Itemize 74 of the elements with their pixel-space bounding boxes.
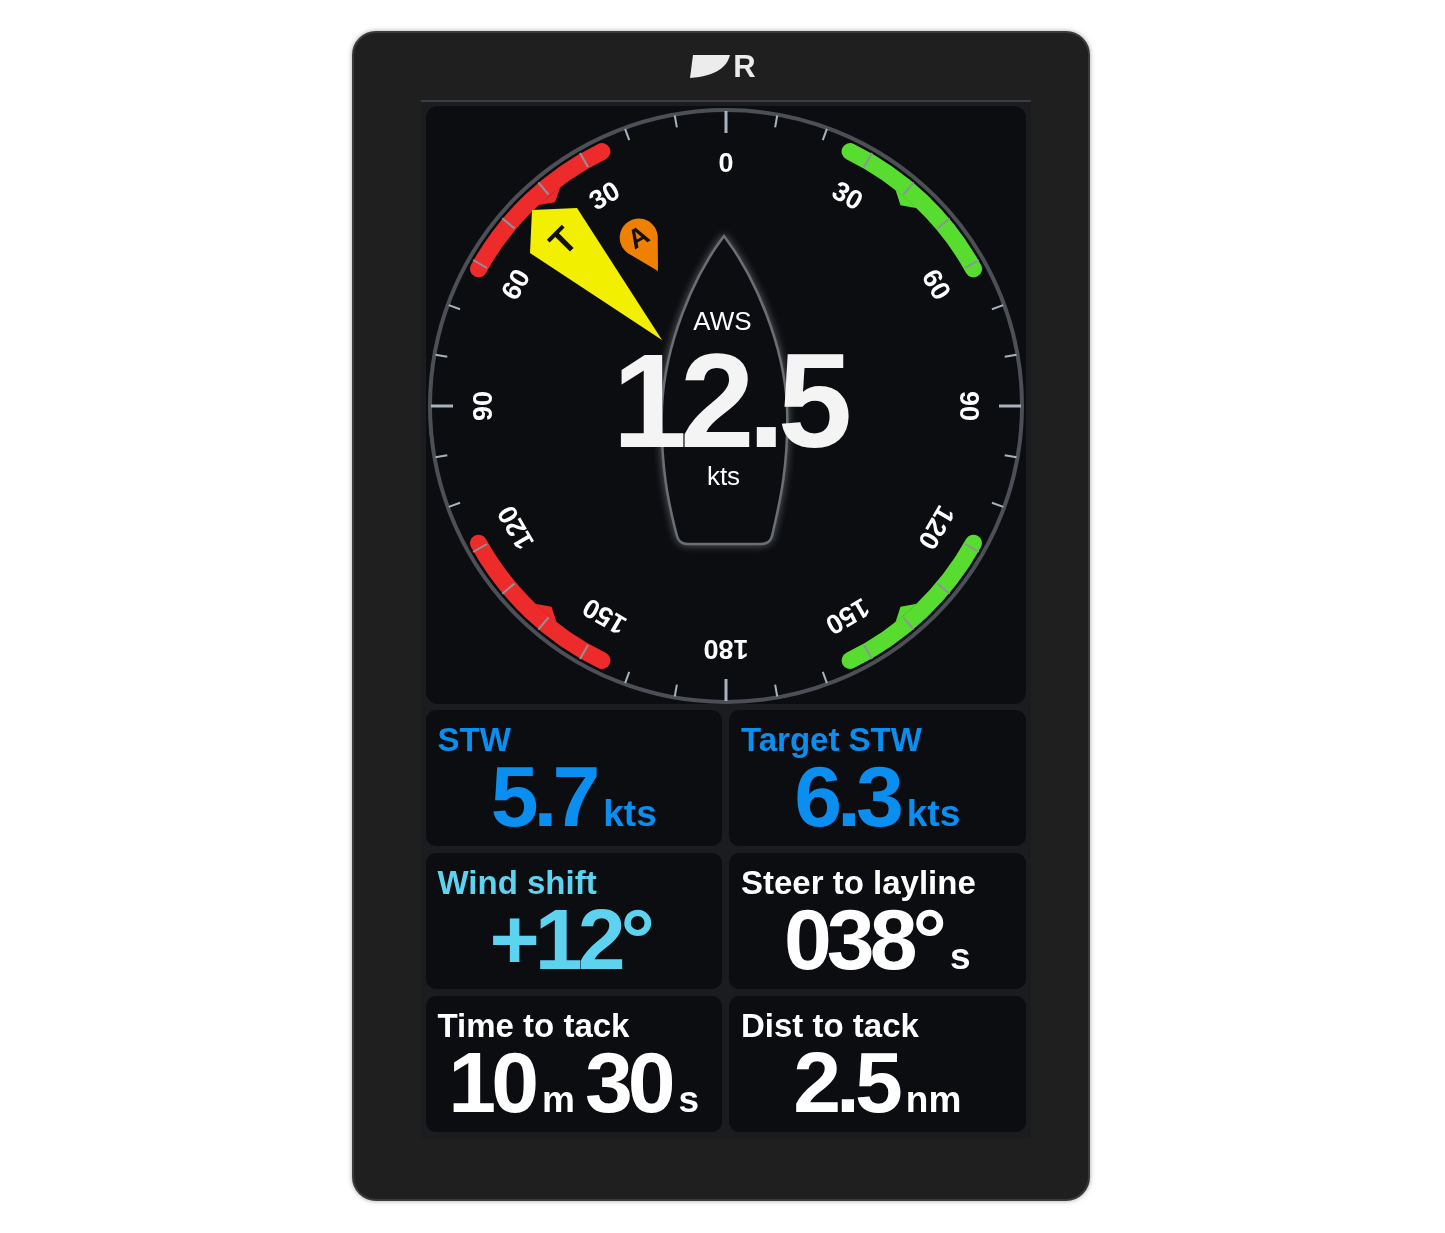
tick-mark bbox=[935, 582, 951, 595]
tile-unit: nm bbox=[905, 1080, 962, 1120]
tick-mark bbox=[821, 127, 828, 142]
wind-marker-pin: A bbox=[619, 218, 658, 271]
tick-mark bbox=[447, 304, 461, 311]
tick-mark bbox=[1003, 353, 1017, 358]
tile-unit: kts bbox=[906, 794, 961, 834]
dial-scale-label: 60 bbox=[494, 264, 536, 305]
tile-value: 6.3 bbox=[794, 758, 899, 834]
dial-scale-label: 150 bbox=[577, 592, 631, 641]
tick-mark bbox=[623, 670, 630, 685]
readout-unit: kts bbox=[706, 461, 741, 491]
tick-mark bbox=[673, 114, 678, 129]
dial-scale-label: 120 bbox=[490, 500, 540, 555]
tile-value: 038° bbox=[784, 901, 942, 977]
tick-mark bbox=[500, 582, 516, 595]
tick-mark bbox=[963, 543, 980, 553]
tile-label: Dist to tack bbox=[741, 1008, 919, 1044]
tile-label: Target STW bbox=[741, 722, 922, 758]
tick-mark bbox=[724, 679, 727, 701]
tick-mark bbox=[578, 644, 589, 660]
tick-mark bbox=[673, 683, 678, 698]
tile-label: STW bbox=[437, 722, 511, 758]
tick-mark bbox=[862, 152, 873, 168]
tick-mark bbox=[998, 404, 1021, 408]
tick-mark bbox=[536, 616, 550, 631]
dial-scale-label: 180 bbox=[702, 634, 749, 664]
dial-scale-label: 30 bbox=[826, 175, 868, 217]
pointer-letter: T bbox=[540, 218, 585, 264]
dial-scale-label: 0 bbox=[718, 148, 733, 178]
tick-mark bbox=[963, 259, 980, 269]
tile-unit: s bbox=[678, 1080, 700, 1120]
tick-mark bbox=[471, 543, 488, 553]
tick-mark bbox=[862, 644, 873, 660]
tick-mark bbox=[990, 501, 1004, 508]
tile-label: Wind shift bbox=[437, 865, 597, 901]
tile-label: Steer to layline bbox=[741, 865, 976, 901]
tick-mark bbox=[500, 217, 516, 230]
tile-label: Time to tack bbox=[437, 1008, 630, 1044]
tile-value: +12° bbox=[489, 901, 650, 977]
tick-mark bbox=[623, 127, 630, 142]
tile-unit: m bbox=[542, 1080, 575, 1120]
dial-scale-label: 90 bbox=[467, 391, 498, 421]
tick-mark bbox=[773, 683, 778, 698]
readout-label: AWS bbox=[693, 306, 752, 336]
tile-value: 30 bbox=[584, 1044, 671, 1120]
tick-mark bbox=[434, 353, 448, 358]
tick-mark bbox=[990, 304, 1004, 311]
tick-mark bbox=[1003, 454, 1017, 459]
dial-scale-label: 90 bbox=[953, 391, 984, 421]
tick-mark bbox=[724, 111, 727, 133]
tick-mark bbox=[578, 152, 589, 168]
tick-mark bbox=[773, 114, 778, 129]
tile-value: 10 bbox=[448, 1044, 534, 1120]
tick-mark bbox=[901, 616, 915, 631]
tick-mark bbox=[935, 217, 951, 230]
tile-value: 5.7 bbox=[490, 758, 596, 834]
logo-mark-icon bbox=[690, 55, 731, 78]
dial-scale-label: 120 bbox=[911, 500, 961, 555]
tick-mark bbox=[536, 181, 550, 196]
tick-mark bbox=[471, 259, 488, 269]
tile-value: 2.5 bbox=[793, 1044, 898, 1120]
readout-value: 12.5 bbox=[612, 351, 846, 451]
tick-mark bbox=[447, 501, 461, 508]
tick-mark bbox=[821, 670, 828, 685]
tile-unit: s bbox=[949, 937, 971, 977]
dial-scale-label: 150 bbox=[820, 592, 874, 641]
dial-scale-label: 30 bbox=[583, 175, 625, 217]
tick-mark bbox=[430, 404, 453, 408]
dial-scale-label: 60 bbox=[915, 264, 957, 305]
tick-mark bbox=[901, 181, 915, 196]
logo-letter: R bbox=[733, 51, 755, 82]
tile-unit: kts bbox=[603, 794, 657, 834]
tick-mark bbox=[434, 454, 448, 459]
